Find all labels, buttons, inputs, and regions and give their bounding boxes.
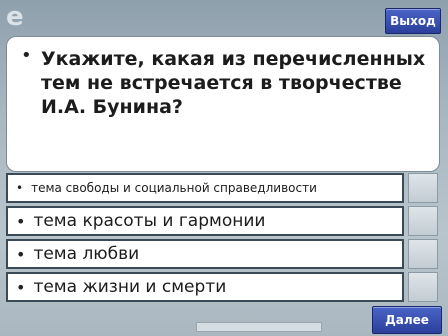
question-bullet: • [21,45,32,66]
answer-bullet: • [16,181,24,195]
answer-option-4[interactable]: • тема жизни и смерти [6,272,440,302]
next-button[interactable]: Далее [372,306,442,334]
answer-text: тема красоты и гармонии [33,211,266,231]
question-text: Укажите, какая из перечисленных тем не в… [41,48,426,118]
progress-scrollbar[interactable] [196,322,322,332]
answer-option-body[interactable]: • тема свободы и социальной справедливос… [6,173,404,203]
answer-option-2[interactable]: • тема красоты и гармонии [6,206,440,236]
logo: e [6,2,24,32]
answer-option-body[interactable]: • тема красоты и гармонии [6,206,404,236]
answer-text: тема любви [33,244,140,264]
answer-select-tab[interactable] [408,239,438,269]
answer-option-3[interactable]: • тема любви [6,239,440,269]
answer-text: тема жизни и смерти [33,277,227,297]
answer-option-body[interactable]: • тема жизни и смерти [6,272,404,302]
answer-select-tab[interactable] [408,173,438,203]
answer-bullet: • [16,244,26,264]
answer-select-tab[interactable] [408,272,438,302]
answer-text: тема свободы и социальной справедливости [31,181,317,195]
answer-option-1[interactable]: • тема свободы и социальной справедливос… [6,173,440,203]
question-panel: • Укажите, какая из перечисленных тем не… [6,36,440,172]
answer-bullet: • [16,211,26,231]
answer-option-body[interactable]: • тема любви [6,239,404,269]
answer-select-tab[interactable] [408,206,438,236]
answer-bullet: • [16,277,26,297]
answer-list: • тема свободы и социальной справедливос… [6,173,440,305]
exit-button[interactable]: Выход [385,8,441,34]
